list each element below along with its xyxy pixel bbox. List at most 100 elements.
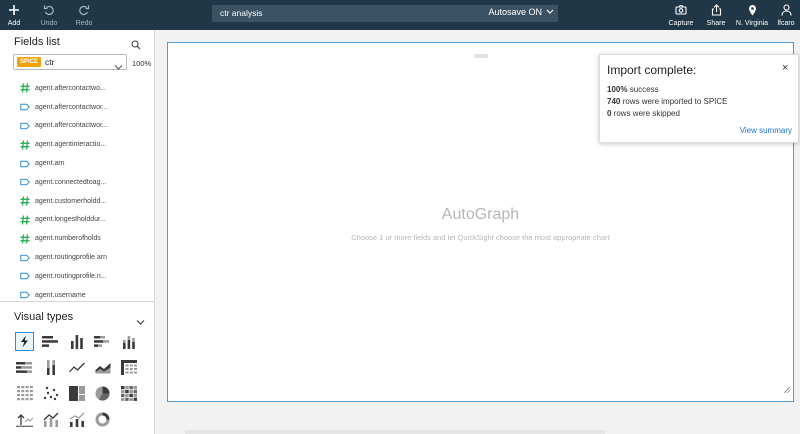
combo-line-chart-icon[interactable] [67, 410, 86, 429]
location-pin-icon [748, 2, 757, 17]
field-name: agent.username [35, 291, 86, 299]
dataset-name: ctr [45, 57, 55, 67]
visual-types-title: Visual types [14, 311, 74, 323]
autograph-icon[interactable] [15, 332, 34, 351]
fields-list-title: Fields list [14, 36, 60, 48]
analysis-name-field[interactable]: ctr analysis Autosave ON [212, 5, 558, 22]
horizontal-100-bar-icon[interactable] [15, 358, 34, 377]
imported-value: 740 [607, 97, 621, 106]
field-name: agent.connectedtoag... [35, 178, 107, 186]
area-chart-icon[interactable] [93, 358, 112, 377]
autograph-title: AutoGraph [441, 206, 520, 223]
autosave-dropdown[interactable]: Autosave ON [488, 7, 554, 17]
vertical-bar-icon[interactable] [67, 332, 86, 351]
add-button[interactable]: Add [4, 0, 24, 30]
measure-hash-icon [20, 140, 30, 150]
dimension-tag-icon [20, 271, 30, 281]
measure-hash-icon [20, 234, 30, 244]
field-name: agent.customerholdd... [35, 197, 107, 205]
field-item[interactable]: agent.aftercontactwo... [0, 79, 154, 98]
table-icon[interactable] [15, 384, 34, 403]
dimension-tag-icon [20, 159, 30, 169]
measure-hash-icon [20, 83, 30, 93]
analysis-name: ctr analysis [220, 8, 263, 18]
drag-handle-icon[interactable] [474, 45, 488, 58]
field-item[interactable]: agent.agentinteractio... [0, 135, 154, 154]
combo-chart-icon[interactable] [41, 410, 60, 429]
field-item[interactable]: agent.customerholdd... [0, 192, 154, 211]
line-chart-icon[interactable] [67, 358, 86, 377]
chevron-down-icon [546, 9, 554, 14]
left-panel: Fields list SPICE ctr 100% agent.afterco… [0, 30, 155, 434]
share-icon [711, 2, 722, 17]
dimension-tag-icon [20, 177, 30, 187]
heat-map-icon[interactable] [119, 384, 138, 403]
pie-chart-icon[interactable] [93, 384, 112, 403]
view-summary-link[interactable]: View summary [740, 126, 792, 135]
skipped-line: 0 rows were skipped [607, 109, 680, 118]
user-icon [780, 2, 792, 17]
field-list: agent.aftercontactwo... agent.aftercontac… [0, 79, 154, 305]
vertical-stacked-bar-icon[interactable] [119, 332, 138, 351]
field-name: agent.aftercontactwor... [35, 103, 108, 111]
skipped-text: rows were skipped [611, 109, 680, 118]
share-button[interactable]: Share [705, 0, 727, 30]
undo-icon [43, 2, 55, 17]
close-icon[interactable]: × [782, 63, 788, 74]
next-visual-edge [185, 430, 605, 434]
user-label: lfcaro [777, 20, 795, 27]
capture-button[interactable]: Capture [668, 0, 694, 30]
user-menu-button[interactable]: lfcaro [775, 0, 797, 30]
horizontal-stacked-bar-icon[interactable] [93, 332, 112, 351]
share-label: Share [706, 20, 726, 27]
vertical-100-bar-icon[interactable] [41, 358, 60, 377]
redo-icon [78, 2, 90, 17]
kpi-icon[interactable] [15, 410, 34, 429]
field-item[interactable]: agent.routingprofile.n... [0, 267, 154, 286]
capture-label: Capture [668, 20, 694, 27]
divider [0, 301, 154, 302]
dataset-select[interactable]: SPICE ctr [13, 54, 127, 70]
add-label: Add [7, 20, 21, 27]
field-item[interactable]: agent.arn [0, 154, 154, 173]
resize-handle-icon[interactable] [783, 380, 791, 398]
dimension-tag-icon [20, 290, 30, 300]
chevron-down-icon[interactable] [136, 313, 145, 331]
dimension-tag-icon [20, 121, 30, 131]
success-value: 100% [607, 85, 628, 94]
undo-button[interactable]: Undo [38, 0, 60, 30]
redo-button[interactable]: Redo [73, 0, 95, 30]
scatter-plot-icon[interactable] [41, 384, 60, 403]
spice-usage: 100% [132, 59, 152, 68]
redo-label: Redo [75, 20, 93, 27]
dimension-tag-icon [20, 102, 30, 112]
field-item[interactable]: agent.numberofholds [0, 229, 154, 248]
horizontal-bar-icon[interactable] [41, 332, 60, 351]
region-label: N. Virginia [735, 20, 769, 27]
camera-icon [675, 2, 687, 17]
pivot-table-icon[interactable] [119, 358, 138, 377]
tree-map-icon[interactable] [67, 384, 86, 403]
notification-title: Import complete: [607, 63, 697, 77]
plus-icon [8, 2, 20, 17]
donut-chart-icon[interactable] [93, 410, 112, 429]
field-item[interactable]: agent.routingprofile.arn [0, 248, 154, 267]
field-item[interactable]: agent.connectedtoag... [0, 173, 154, 192]
field-name: agent.aftercontactwor... [35, 122, 108, 130]
spice-badge: SPICE [17, 57, 42, 67]
top-toolbar: Add Undo Redo ctr analysis Autosave ON C… [0, 0, 800, 30]
field-item[interactable]: agent.aftercontactwor... [0, 98, 154, 117]
dimension-tag-icon [20, 253, 30, 263]
field-name: agent.numberofholds [35, 235, 101, 243]
field-name: agent.agentinteractio... [35, 141, 107, 149]
search-icon[interactable] [131, 37, 141, 55]
field-name: agent.routingprofile.n... [35, 272, 107, 280]
chevron-down-icon [114, 58, 123, 76]
field-item[interactable]: agent.aftercontactwor... [0, 117, 154, 136]
field-item[interactable]: agent.longestholddur... [0, 211, 154, 230]
undo-label: Undo [40, 20, 58, 27]
field-name: agent.aftercontactwo... [35, 84, 106, 92]
autograph-subtitle: Choose 1 or more fields and let QuickSig… [351, 233, 610, 242]
import-complete-notification: Import complete: × 100% success 740 rows… [599, 54, 799, 143]
region-button[interactable]: N. Virginia [733, 0, 771, 30]
